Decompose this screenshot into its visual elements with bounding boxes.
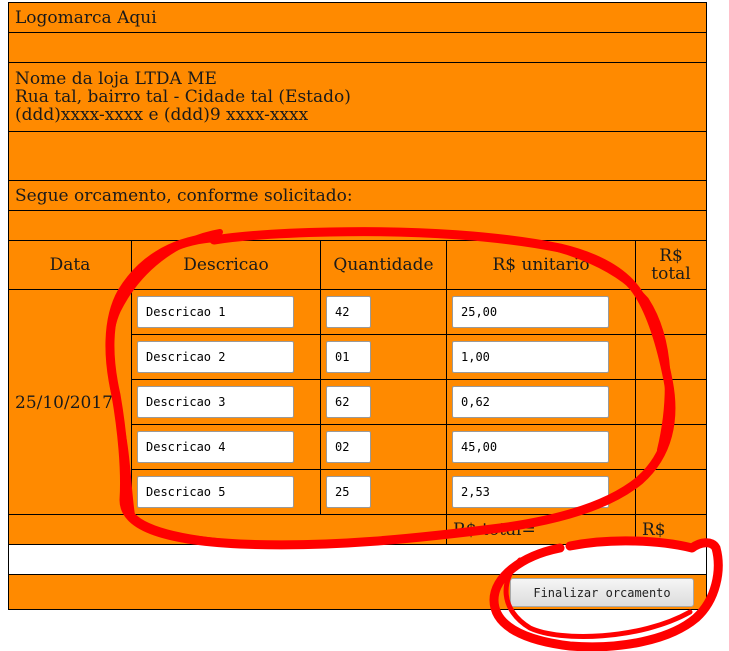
- total-label: R$ total=: [453, 520, 536, 540]
- quantidade-input[interactable]: [326, 296, 371, 328]
- intro-text: Segue orcamento, conforme solicitado:: [15, 186, 353, 206]
- table-row: [635, 469, 707, 515]
- unitario-input[interactable]: [452, 296, 609, 328]
- spacer-row: [8, 544, 707, 575]
- table-row: [635, 334, 707, 380]
- unitario-input[interactable]: [452, 431, 609, 463]
- col-header-quantidade: Quantidade: [320, 240, 447, 290]
- logo-row: Logomarca Aqui: [8, 2, 707, 33]
- table-row: [635, 379, 707, 425]
- descricao-input[interactable]: [137, 386, 294, 418]
- descricao-input[interactable]: [137, 476, 294, 508]
- spacer-row: [8, 210, 707, 241]
- quantidade-input[interactable]: [326, 386, 371, 418]
- store-phones: (ddd)xxxx-xxxx e (ddd)9 xxxx-xxxx: [15, 105, 309, 125]
- total-label-cell: R$ total=: [446, 514, 636, 545]
- quantidade-input[interactable]: [326, 341, 371, 373]
- unitario-input[interactable]: [452, 386, 609, 418]
- table-row: [635, 289, 707, 335]
- intro-row: Segue orcamento, conforme solicitado:: [8, 180, 707, 211]
- store-name: Nome da loja LTDA ME: [15, 69, 217, 89]
- col-header-descricao: Descricao: [131, 240, 321, 290]
- unitario-input[interactable]: [452, 341, 609, 373]
- descricao-input[interactable]: [137, 341, 294, 373]
- date-cell: 25/10/2017: [8, 289, 132, 515]
- spacer-row: [8, 131, 707, 181]
- col-header-total: R$ total: [635, 240, 707, 290]
- col-header-data: Data: [8, 240, 132, 290]
- total-value: R$: [642, 520, 666, 540]
- logo-text: Logomarca Aqui: [15, 8, 157, 28]
- col-header-unitario: R$ unitario: [446, 240, 636, 290]
- store-address: Rua tal, bairro tal - Cidade tal (Estado…: [15, 87, 351, 107]
- store-info-row: Nome da loja LTDA ME Rua tal, bairro tal…: [8, 62, 707, 132]
- unitario-input[interactable]: [452, 476, 609, 508]
- totals-spacer: [8, 514, 447, 545]
- descricao-input[interactable]: [137, 296, 294, 328]
- date-value: 25/10/2017: [15, 393, 113, 413]
- quantidade-input[interactable]: [326, 476, 371, 508]
- quantidade-input[interactable]: [326, 431, 371, 463]
- table-row: [635, 424, 707, 470]
- descricao-input[interactable]: [137, 431, 294, 463]
- finalize-button[interactable]: Finalizar orcamento: [510, 578, 694, 607]
- total-value-cell: R$: [635, 514, 707, 545]
- spacer-row: [8, 32, 707, 63]
